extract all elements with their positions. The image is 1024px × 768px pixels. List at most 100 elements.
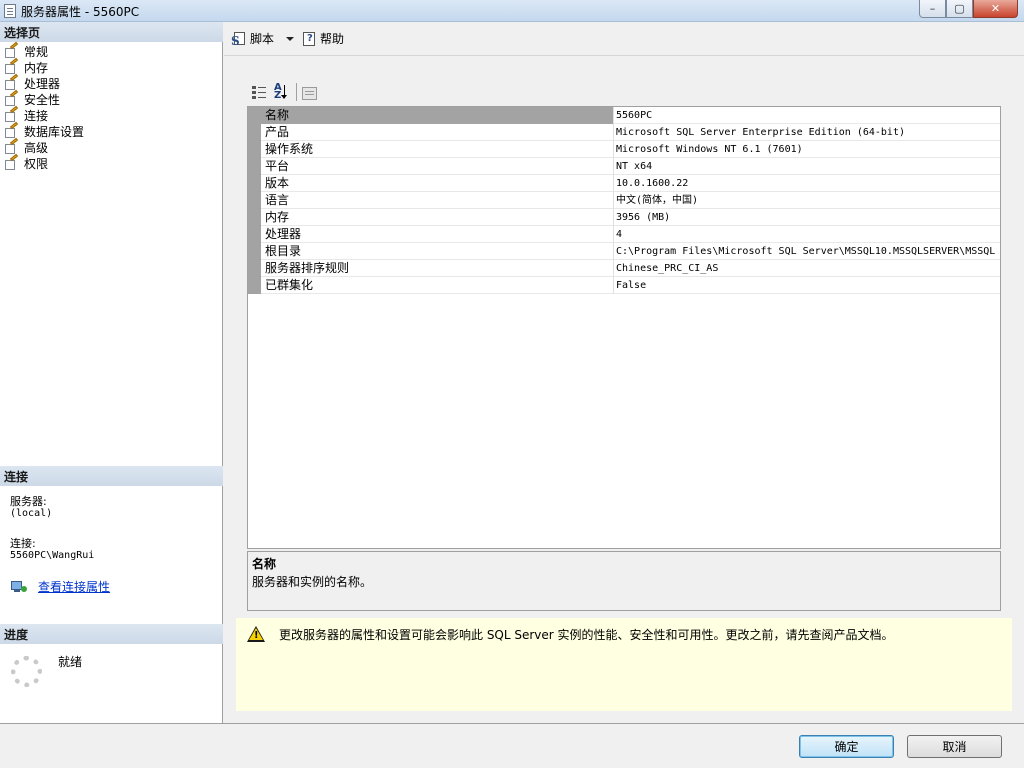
left-pane: 选择页 常规 内存 处理器 安全性 连接 数据库设置 高级 权限 连接 服务器:…: [0, 22, 223, 723]
script-label: 脚本: [250, 32, 275, 46]
property-row-name[interactable]: 名称 5560PC: [248, 107, 1000, 124]
property-value: False: [616, 280, 647, 291]
page-list: 常规 内存 处理器 安全性 连接 数据库设置 高级 权限: [3, 41, 218, 171]
title-bar: 服务器属性 - 5560PC – ▢ ✕: [0, 0, 1024, 22]
progress-spinner-icon: [11, 656, 42, 687]
page-item-label: 高级: [24, 140, 49, 155]
page-item-memory[interactable]: 内存: [3, 57, 218, 75]
property-name: 内存: [261, 209, 614, 226]
view-connection-properties-link[interactable]: 查看连接属性: [10, 578, 110, 595]
property-name: 名称: [261, 107, 614, 124]
property-value: NT x64: [616, 161, 653, 172]
maximize-button[interactable]: ▢: [946, 0, 973, 18]
property-name: 语言: [261, 192, 614, 209]
page-settings-icon: [3, 73, 19, 90]
page-item-label: 数据库设置: [24, 124, 85, 139]
server-info: 服务器: (local): [10, 496, 52, 520]
property-name: 操作系统: [261, 141, 614, 158]
property-name: 服务器排序规则: [261, 260, 614, 277]
property-row-clustered[interactable]: 已群集化 False: [248, 277, 1000, 294]
help-icon: ?: [301, 31, 317, 47]
property-row-product[interactable]: 产品 Microsoft SQL Server Enterprise Editi…: [248, 124, 1000, 141]
property-pages-icon[interactable]: [302, 86, 317, 100]
page-item-permissions[interactable]: 权限: [3, 153, 218, 171]
connection-info: 连接: 5560PC\WangRui: [10, 538, 94, 562]
warning-banner: 更改服务器的属性和设置可能会影响此 SQL Server 实例的性能、安全性和可…: [236, 618, 1012, 711]
minimize-button[interactable]: –: [919, 0, 946, 18]
property-row-memory[interactable]: 内存 3956 (MB): [248, 209, 1000, 226]
property-value: 中文(简体，中国): [616, 195, 699, 206]
property-name: 产品: [261, 124, 614, 141]
window-app-icon: [4, 4, 16, 18]
property-name: 版本: [261, 175, 614, 192]
property-value: 5560PC: [616, 110, 653, 121]
page-settings-icon: [3, 41, 19, 58]
view-connection-properties-label: 查看连接属性: [38, 580, 111, 594]
property-value: 3956 (MB): [616, 212, 671, 223]
alphabetical-sort-icon[interactable]: A Z: [273, 83, 291, 101]
cancel-button[interactable]: 取消: [907, 735, 1002, 758]
property-grid-toolbar: A Z: [250, 80, 322, 104]
connection-label: 连接:: [10, 537, 36, 550]
page-item-label: 内存: [24, 60, 49, 75]
progress-status: 就绪: [58, 655, 83, 669]
page-item-general[interactable]: 常规: [3, 41, 218, 59]
help-button[interactable]: ? 帮助: [301, 30, 344, 47]
page-item-label: 安全性: [24, 92, 61, 107]
page-item-label: 连接: [24, 108, 49, 123]
property-value: Chinese_PRC_CI_AS: [616, 263, 719, 274]
page-item-security[interactable]: 安全性: [3, 89, 218, 107]
right-pane: S 脚本 ? 帮助 A Z 名称 5560PC 产品 Microsoft SQL…: [224, 22, 1024, 723]
property-row-os[interactable]: 操作系统 Microsoft Windows NT 6.1 (7601): [248, 141, 1000, 158]
page-settings-icon: [3, 153, 19, 170]
connection-value: 5560PC\WangRui: [10, 550, 95, 561]
progress-header: 进度: [0, 624, 223, 644]
window-title: 服务器属性 - 5560PC: [21, 5, 140, 19]
warning-text: 更改服务器的属性和设置可能会影响此 SQL Server 实例的性能、安全性和可…: [279, 628, 894, 642]
property-value: 10.0.1600.22: [616, 178, 689, 189]
page-item-database-settings[interactable]: 数据库设置: [3, 121, 218, 139]
property-value: 4: [616, 229, 623, 240]
page-item-connections[interactable]: 连接: [3, 105, 218, 123]
property-row-language[interactable]: 语言 中文(简体，中国): [248, 192, 1000, 209]
property-row-collation[interactable]: 服务器排序规则 Chinese_PRC_CI_AS: [248, 260, 1000, 277]
description-text: 服务器和实例的名称。: [252, 575, 373, 589]
description-title: 名称: [252, 557, 277, 571]
page-item-advanced[interactable]: 高级: [3, 137, 218, 155]
property-name: 处理器: [261, 226, 614, 243]
property-name: 平台: [261, 158, 614, 175]
main-toolbar: S 脚本 ? 帮助: [224, 22, 1024, 56]
page-item-processors[interactable]: 处理器: [3, 73, 218, 91]
window-controls: – ▢ ✕: [919, 0, 1018, 18]
page-settings-icon: [3, 105, 19, 122]
property-name: 根目录: [261, 243, 614, 260]
property-value: Microsoft Windows NT 6.1 (7601): [616, 144, 803, 155]
help-label: 帮助: [320, 32, 345, 46]
page-settings-icon: [3, 137, 19, 154]
warning-icon: [247, 626, 265, 642]
page-item-label: 常规: [24, 44, 49, 59]
property-description-panel: 名称 服务器和实例的名称。: [247, 551, 1001, 611]
property-row-version[interactable]: 版本 10.0.1600.22: [248, 175, 1000, 192]
property-row-root-directory[interactable]: 根目录 C:\Program Files\Microsoft SQL Serve…: [248, 243, 1000, 260]
connection-header: 连接: [0, 466, 223, 486]
close-button[interactable]: ✕: [973, 0, 1018, 18]
server-label: 服务器:: [10, 495, 47, 508]
ok-button[interactable]: 确定: [799, 735, 894, 758]
script-button[interactable]: S 脚本: [231, 30, 275, 48]
connection-properties-icon: [10, 580, 28, 594]
toolbar-separator: [296, 83, 297, 101]
page-settings-icon: [3, 121, 19, 138]
property-row-platform[interactable]: 平台 NT x64: [248, 158, 1000, 175]
page-item-label: 权限: [24, 156, 49, 171]
page-item-label: 处理器: [24, 76, 61, 91]
script-dropdown-arrow-icon[interactable]: [286, 37, 294, 41]
categorized-view-icon[interactable]: [250, 83, 268, 101]
property-row-processors[interactable]: 处理器 4: [248, 226, 1000, 243]
script-icon: S: [231, 31, 247, 48]
page-settings-icon: [3, 57, 19, 74]
property-value: Microsoft SQL Server Enterprise Edition …: [616, 127, 905, 138]
property-value: C:\Program Files\Microsoft SQL Server\MS…: [616, 246, 996, 257]
property-grid: 名称 5560PC 产品 Microsoft SQL Server Enterp…: [247, 106, 1001, 549]
select-page-header: 选择页: [0, 22, 223, 42]
